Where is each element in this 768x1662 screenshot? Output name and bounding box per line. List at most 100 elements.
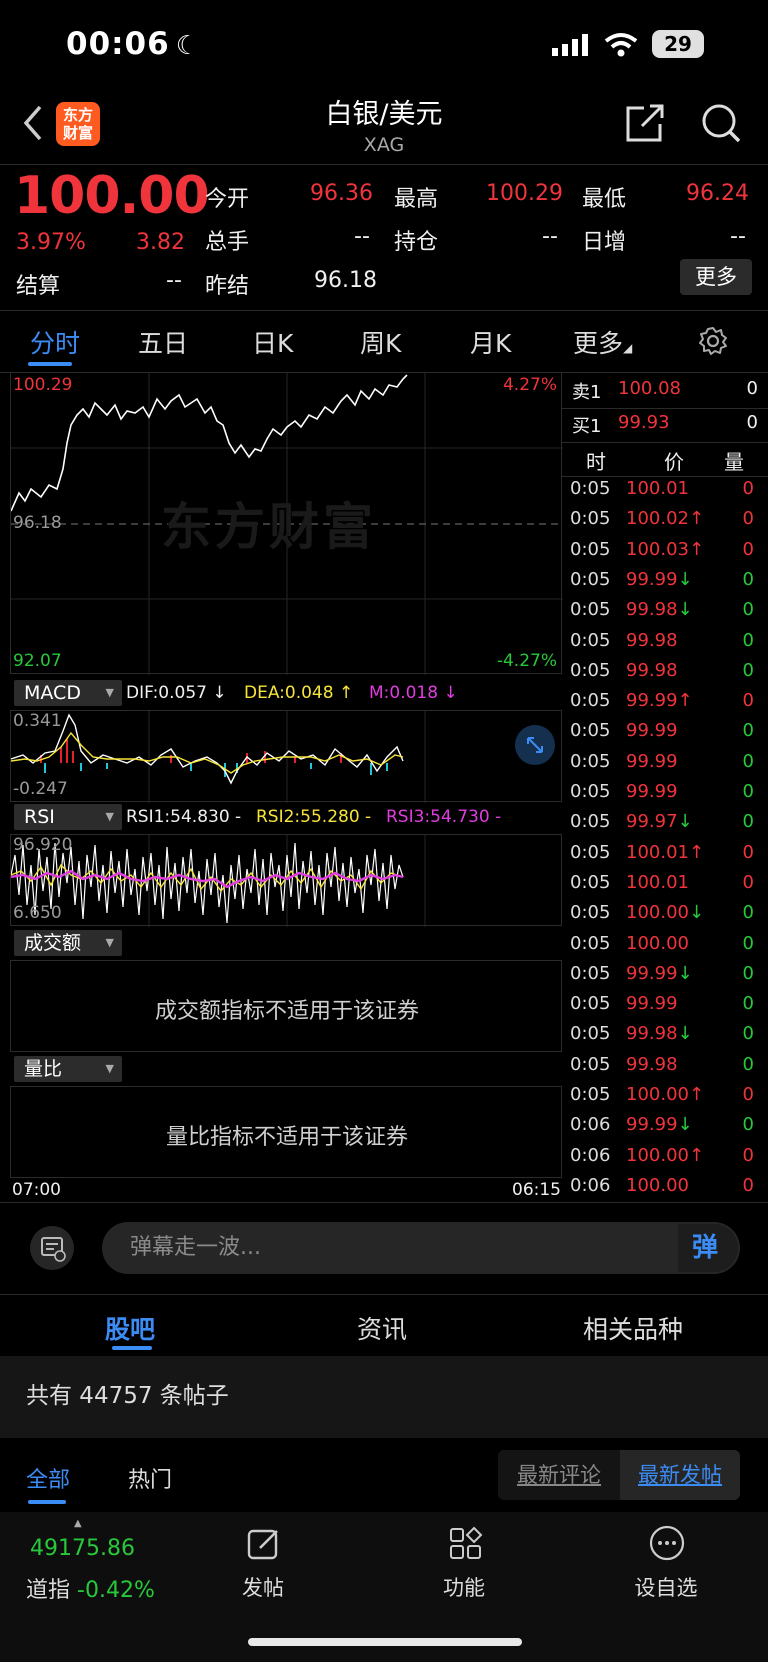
volratio-selector[interactable]: 量比 ▼ (14, 1056, 122, 1082)
macd-selector[interactable]: MACD ▼ (14, 680, 122, 706)
post-label[interactable]: 发帖 (203, 1572, 323, 1602)
trade-row: 0:05 99.99↓ 0 (570, 963, 760, 993)
trade-volume: 0 (742, 599, 754, 621)
trade-volume: 0 (742, 629, 754, 651)
trade-row: 0:05 99.97↓ 0 (570, 811, 760, 841)
turnover-selector[interactable]: 成交额 ▼ (14, 930, 122, 956)
trade-row: 0:05 99.98 0 (570, 660, 760, 690)
trade-direction-icon: ↓ (677, 1114, 693, 1136)
trade-price: 99.99 (626, 993, 678, 1015)
trade-price: 100.00↑ (626, 1084, 705, 1105)
tab-news[interactable]: 资讯 (357, 1310, 407, 1346)
chart-min-price: 92.07 (13, 651, 62, 671)
tab-guba[interactable]: 股吧 (105, 1310, 155, 1346)
trade-price: 100.00↑ (626, 1144, 705, 1166)
tab-day-k[interactable]: 日K (252, 324, 293, 360)
danmaku-input[interactable]: 弹幕走一波... (102, 1222, 740, 1274)
tab-related[interactable]: 相关品种 (583, 1310, 683, 1346)
change-pct: 3.97% (16, 230, 86, 255)
more-quote-button[interactable]: 更多 (680, 259, 752, 295)
share-icon[interactable] (624, 102, 666, 148)
trade-volume: 0 (742, 1144, 754, 1166)
time-start: 07:00 (12, 1180, 61, 1200)
filter-all[interactable]: 全部 (26, 1462, 70, 1494)
trade-price: 99.99↑ (626, 690, 693, 712)
change-value: 3.82 (136, 230, 185, 255)
watchlist-more-icon[interactable] (648, 1524, 686, 1566)
post-edit-icon[interactable] (246, 1526, 282, 1566)
trade-direction-icon: ↑ (688, 841, 705, 863)
trade-volume: 0 (742, 478, 754, 499)
tab-month-k[interactable]: 月K (470, 324, 511, 360)
comment-list-icon[interactable] (30, 1226, 74, 1270)
trade-row: 0:05 99.99 0 (570, 781, 760, 811)
trade-row: 0:05 100.02↑ 0 (570, 508, 760, 538)
functions-label[interactable]: 功能 (404, 1572, 524, 1602)
settle-value: -- (166, 268, 182, 293)
buy1-label: 买1 (572, 416, 602, 437)
rsi3-value: RSI3:54.730 - (386, 807, 502, 827)
trade-price: 99.99 (626, 720, 678, 742)
tab-week-k[interactable]: 周K (360, 324, 401, 360)
rsi-selector[interactable]: RSI ▼ (14, 804, 122, 830)
trade-time: 0:05 (570, 720, 611, 742)
trade-time: 0:05 (570, 993, 611, 1015)
rsi-chart[interactable]: 96.920 6.650 (10, 834, 562, 927)
time-end: 06:15 (512, 1180, 561, 1200)
position-label: 持仓 (394, 230, 439, 255)
add-watchlist-label[interactable]: 设自选 (606, 1572, 726, 1602)
trade-row: 0:06 99.99↓ 0 (570, 1114, 760, 1144)
settings-gear-icon[interactable] (698, 326, 728, 360)
status-bar: 00:06 ☾ 29 (0, 0, 768, 90)
volume-value: -- (354, 224, 370, 249)
trade-direction-icon: ↓ (677, 811, 693, 833)
daily-inc-label: 日增 (582, 230, 627, 255)
trade-row: 0:05 100.01 0 (570, 478, 760, 508)
low-value: 96.24 (686, 181, 749, 206)
tab-more[interactable]: 更多◢ (573, 324, 632, 360)
trade-volume: 0 (742, 902, 754, 924)
latest-comment-button[interactable]: 最新评论 (498, 1450, 620, 1500)
index-value[interactable]: 49175.86 (30, 1536, 135, 1561)
trade-row: 0:05 100.03↑ 0 (570, 539, 760, 569)
trade-time: 0:05 (570, 599, 611, 621)
tab-five-day[interactable]: 五日 (138, 324, 188, 360)
trade-price: 100.00 (626, 932, 689, 954)
rsi-bottom: 6.650 (13, 903, 62, 923)
trade-volume: 0 (742, 841, 754, 863)
trade-time: 0:05 (570, 750, 611, 772)
index-ticker[interactable]: 道指 -0.42% (26, 1572, 155, 1604)
trade-row: 0:05 99.99↓ 0 (570, 569, 760, 599)
latest-post-button[interactable]: 最新发帖 (620, 1450, 740, 1500)
tab-indicator (28, 362, 72, 366)
filter-hot[interactable]: 热门 (128, 1462, 172, 1494)
macd-dif: DIF:0.057 ↓ (126, 683, 227, 703)
macd-top: 0.341 (13, 711, 62, 731)
trade-time: 0:05 (570, 841, 611, 863)
rsi1-value: RSI1:54.830 - (126, 807, 242, 827)
trade-time: 0:05 (570, 781, 611, 802)
trade-time: 0:05 (570, 508, 611, 530)
expand-icon[interactable] (515, 725, 555, 765)
macd-chart[interactable]: 0.341 -0.247 (10, 710, 562, 803)
prev-settle-value: 96.18 (314, 268, 377, 293)
trade-row: 0:05 100.00↑ 0 (570, 1084, 760, 1114)
sell1-volume: 0 (746, 378, 758, 399)
trade-row: 0:05 99.98 0 (570, 630, 760, 660)
tab-intraday[interactable]: 分时 (30, 324, 80, 360)
col-time: 时 (586, 450, 606, 474)
trade-volume: 0 (742, 690, 754, 712)
search-icon[interactable] (700, 102, 742, 148)
trade-volume: 0 (742, 781, 754, 802)
rsi-top: 96.920 (13, 835, 73, 855)
high-value: 100.29 (486, 181, 563, 206)
chart-max-price: 100.29 (13, 375, 73, 395)
volratio-message: 量比指标不适用于该证券 (165, 1125, 408, 1150)
danmaku-toggle-button[interactable]: 弹 (678, 1224, 738, 1272)
functions-icon[interactable] (448, 1526, 484, 1566)
turnover-message: 成交额指标不适用于该证券 (154, 999, 419, 1024)
intraday-chart[interactable]: 东方财富 100.29 4.27% 96.18 92.07 -4.27% (10, 372, 563, 675)
trade-volume: 0 (742, 1174, 754, 1196)
trade-price: 100.01 (626, 478, 689, 499)
trade-direction-icon: ↑ (688, 1144, 705, 1166)
